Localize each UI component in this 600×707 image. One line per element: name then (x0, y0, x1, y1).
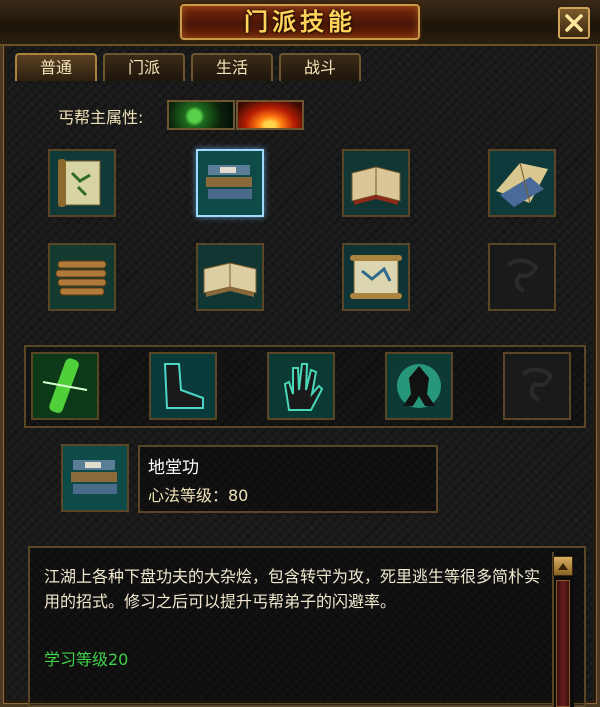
close-button[interactable] (558, 7, 590, 39)
arrow-up-icon (558, 563, 568, 570)
tab-sect[interactable]: 门派 (103, 53, 185, 81)
skill-slot-foot[interactable] (149, 352, 217, 420)
foot-icon (151, 354, 215, 418)
skill-slot-palm[interactable] (267, 352, 335, 420)
open-book-icon (198, 245, 262, 309)
skill-level: 心法等级：80 (148, 486, 249, 505)
palm-icon (269, 354, 333, 418)
skill-slot-empty-2[interactable] (503, 352, 571, 420)
skill-slot-open-book[interactable] (342, 149, 410, 217)
main-attribute-label: 丐帮主属性: (58, 108, 144, 127)
fan-of-books-icon (490, 151, 554, 215)
learn-requirement: 学习等级20 (44, 650, 129, 669)
empty-slot-icon (505, 354, 569, 418)
skill-description: 江湖上各种下盘功夫的大杂烩，包含转守为攻，死里逃生等很多简朴实用的招式。修习之后… (44, 567, 541, 611)
poison-element-icon (167, 100, 235, 130)
skill-slot-open-book-2[interactable] (196, 243, 264, 311)
fire-element-icon (236, 100, 304, 130)
skill-slot-shadow[interactable] (385, 352, 453, 420)
selected-skill-icon-slot (61, 444, 129, 512)
tab-normal[interactable]: 普通 (15, 53, 97, 81)
window-title: 门派技能 (244, 8, 356, 36)
shadow-figure-icon (387, 354, 451, 418)
skill-slot-book-stack[interactable] (196, 149, 264, 217)
scroll-thumb[interactable] (556, 580, 570, 707)
bamboo-slips-icon (50, 245, 114, 309)
tab-life[interactable]: 生活 (191, 53, 273, 81)
skill-slot-empty-1[interactable] (488, 243, 556, 311)
scroll-up-button[interactable] (553, 556, 573, 576)
book-stack-icon (63, 446, 127, 510)
scroll-map-icon (50, 151, 114, 215)
bamboo-staff-icon (33, 354, 97, 418)
skill-slot-bamboo[interactable] (48, 243, 116, 311)
skill-slot-fan-books[interactable] (488, 149, 556, 217)
book-stack-icon (198, 151, 262, 215)
skill-slot-bamboo-staff[interactable] (31, 352, 99, 420)
open-book-icon (344, 151, 408, 215)
tab-combat[interactable]: 战斗 (279, 53, 361, 81)
scroll-map-icon (344, 245, 408, 309)
close-icon (565, 14, 583, 32)
skill-name: 地堂功 (148, 458, 199, 478)
skill-slot-scroll-2[interactable] (342, 243, 410, 311)
empty-slot-icon (490, 245, 554, 309)
tab-bar: 普通 门派 生活 战斗 (15, 53, 361, 81)
skill-slot-scroll[interactable] (48, 149, 116, 217)
